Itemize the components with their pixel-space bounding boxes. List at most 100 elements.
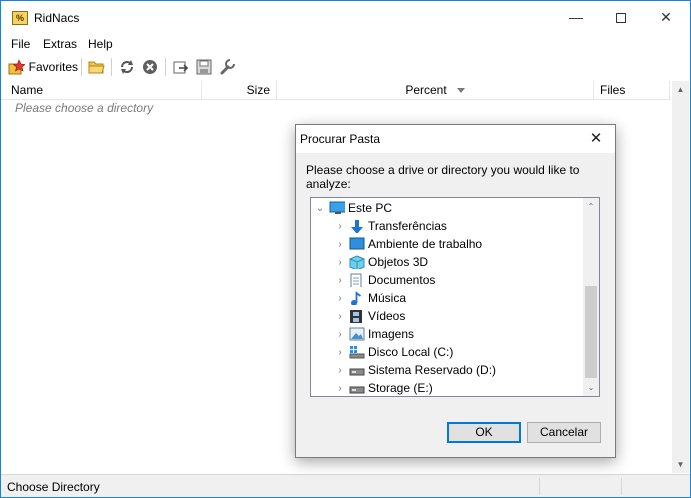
tree-item-label: Música: [368, 291, 407, 305]
export-button[interactable]: [171, 57, 191, 77]
column-header: Name Size Percent Files: [1, 81, 670, 100]
document-icon: [350, 273, 362, 287]
tree-item-label: Imagens: [368, 327, 415, 341]
tree-item-label: Transferências: [368, 219, 447, 233]
list-scrollbar[interactable]: ▲ ▼: [672, 81, 689, 473]
drive-icon: [349, 386, 365, 394]
chevron-right-icon[interactable]: ›: [335, 221, 345, 232]
column-files-label: Files: [600, 83, 626, 97]
menu-extras[interactable]: Extras: [43, 37, 77, 51]
tree-item[interactable]: › Transferências: [335, 217, 605, 235]
film-icon: [350, 310, 362, 323]
chevron-right-icon[interactable]: ›: [335, 293, 345, 304]
windows-drive-icon: [349, 346, 365, 359]
column-percent[interactable]: Percent: [277, 81, 594, 100]
title-bar[interactable]: % RidNacs — ✕: [1, 1, 690, 35]
tree-item-label: Objetos 3D: [368, 255, 429, 269]
column-files[interactable]: Files: [594, 81, 670, 100]
window-title: RidNacs: [34, 11, 80, 25]
chevron-right-icon[interactable]: ›: [335, 257, 345, 268]
scroll-down-icon[interactable]: ▼: [672, 456, 689, 473]
save-button[interactable]: [194, 57, 214, 77]
column-size[interactable]: Size: [202, 81, 277, 100]
close-button[interactable]: ✕: [643, 1, 689, 34]
stop-icon: [143, 60, 157, 74]
settings-button[interactable]: [217, 57, 237, 77]
favorites-icon: [8, 59, 25, 75]
column-size-label: Size: [246, 83, 270, 97]
chevron-down-icon[interactable]: ⌄: [315, 203, 325, 214]
refresh-icon: [121, 60, 133, 74]
tree-item-label: Vídeos: [368, 309, 406, 323]
sort-descending-icon: [456, 88, 465, 94]
tree-item-label: Sistema Reservado (D:): [368, 363, 497, 377]
tree-scrollbar[interactable]: ⌃ ⌄: [583, 198, 599, 396]
chevron-right-icon[interactable]: ›: [335, 239, 345, 250]
tree-item-root[interactable]: ⌄ Este PC: [315, 199, 585, 217]
scroll-thumb[interactable]: [585, 286, 597, 378]
open-folder-button[interactable]: [86, 57, 106, 77]
open-folder-icon: [88, 61, 105, 74]
dialog-title-bar[interactable]: Procurar Pasta ✕: [296, 125, 615, 153]
tree-item[interactable]: › Música: [335, 289, 605, 307]
toolbar-separator: [111, 58, 112, 76]
tree-item[interactable]: › Storage (E:): [335, 379, 605, 397]
tree-item[interactable]: › Ambiente de trabalho: [335, 235, 605, 253]
export-icon: [173, 61, 188, 74]
tree-item-label: Storage (E:): [368, 381, 433, 395]
scroll-up-icon[interactable]: ⌃: [583, 198, 599, 215]
minimize-button[interactable]: —: [553, 1, 599, 34]
ok-button[interactable]: OK: [447, 422, 521, 443]
toolbar-separator: [165, 58, 166, 76]
favorites-label: Favorites: [28, 60, 78, 74]
drive-icon: [349, 368, 365, 376]
column-name[interactable]: Name: [1, 81, 202, 100]
dialog-title: Procurar Pasta: [300, 132, 381, 146]
chevron-right-icon[interactable]: ›: [335, 365, 345, 376]
chevron-right-icon[interactable]: ›: [335, 347, 345, 358]
settings-wrench-icon: [220, 59, 235, 75]
status-divider: [539, 478, 540, 495]
tree-item[interactable]: › Vídeos: [335, 307, 605, 325]
chevron-right-icon[interactable]: ›: [335, 329, 345, 340]
tree-item-label: Ambiente de trabalho: [368, 237, 483, 251]
tree-item-label: Disco Local (C:): [368, 345, 454, 359]
scroll-down-icon[interactable]: ⌄: [583, 379, 599, 396]
column-percent-label: Percent: [405, 83, 447, 97]
dialog-prompt: Please choose a drive or directory you w…: [306, 163, 580, 191]
download-arrow-icon: [351, 220, 363, 233]
app-icon: %: [12, 11, 28, 25]
status-bar: Choose Directory: [1, 474, 690, 497]
cancel-button[interactable]: Cancelar: [527, 422, 601, 443]
tree-item[interactable]: › Imagens: [335, 325, 605, 343]
chevron-right-icon[interactable]: ›: [335, 383, 345, 394]
maximize-button[interactable]: [598, 1, 644, 34]
menu-help[interactable]: Help: [88, 37, 113, 51]
tree-item-label: Este PC: [348, 201, 393, 215]
favorites-button[interactable]: Favorites: [8, 57, 78, 77]
computer-icon: [329, 201, 345, 214]
pictures-icon: [349, 327, 365, 341]
stop-button[interactable]: [140, 57, 160, 77]
desktop-icon: [349, 237, 365, 250]
folder-tree[interactable]: ⌄ Este PC › Transferências › Ambiente de…: [310, 197, 600, 397]
list-placeholder: Please choose a directory: [15, 101, 154, 115]
chevron-right-icon[interactable]: ›: [335, 311, 345, 322]
tree-item[interactable]: › Sistema Reservado (D:): [335, 361, 605, 379]
tree-item[interactable]: › Disco Local (C:): [335, 343, 605, 361]
status-divider: [621, 478, 622, 495]
scroll-up-icon[interactable]: ▲: [672, 81, 689, 98]
cube-3d-icon: [349, 255, 365, 269]
dialog-close-button[interactable]: ✕: [584, 128, 608, 150]
music-note-icon: [351, 291, 362, 305]
tree-item[interactable]: › Documentos: [335, 271, 605, 289]
refresh-button[interactable]: [117, 57, 137, 77]
menu-file[interactable]: File: [11, 37, 30, 51]
maximize-icon: [616, 13, 626, 24]
save-icon: [196, 59, 212, 75]
tree-item-label: Documentos: [368, 273, 436, 287]
menu-bar: File Extras Help: [1, 35, 690, 54]
toolbar: Favorites: [1, 54, 690, 80]
chevron-right-icon[interactable]: ›: [335, 275, 345, 286]
tree-item[interactable]: › Objetos 3D: [335, 253, 605, 271]
